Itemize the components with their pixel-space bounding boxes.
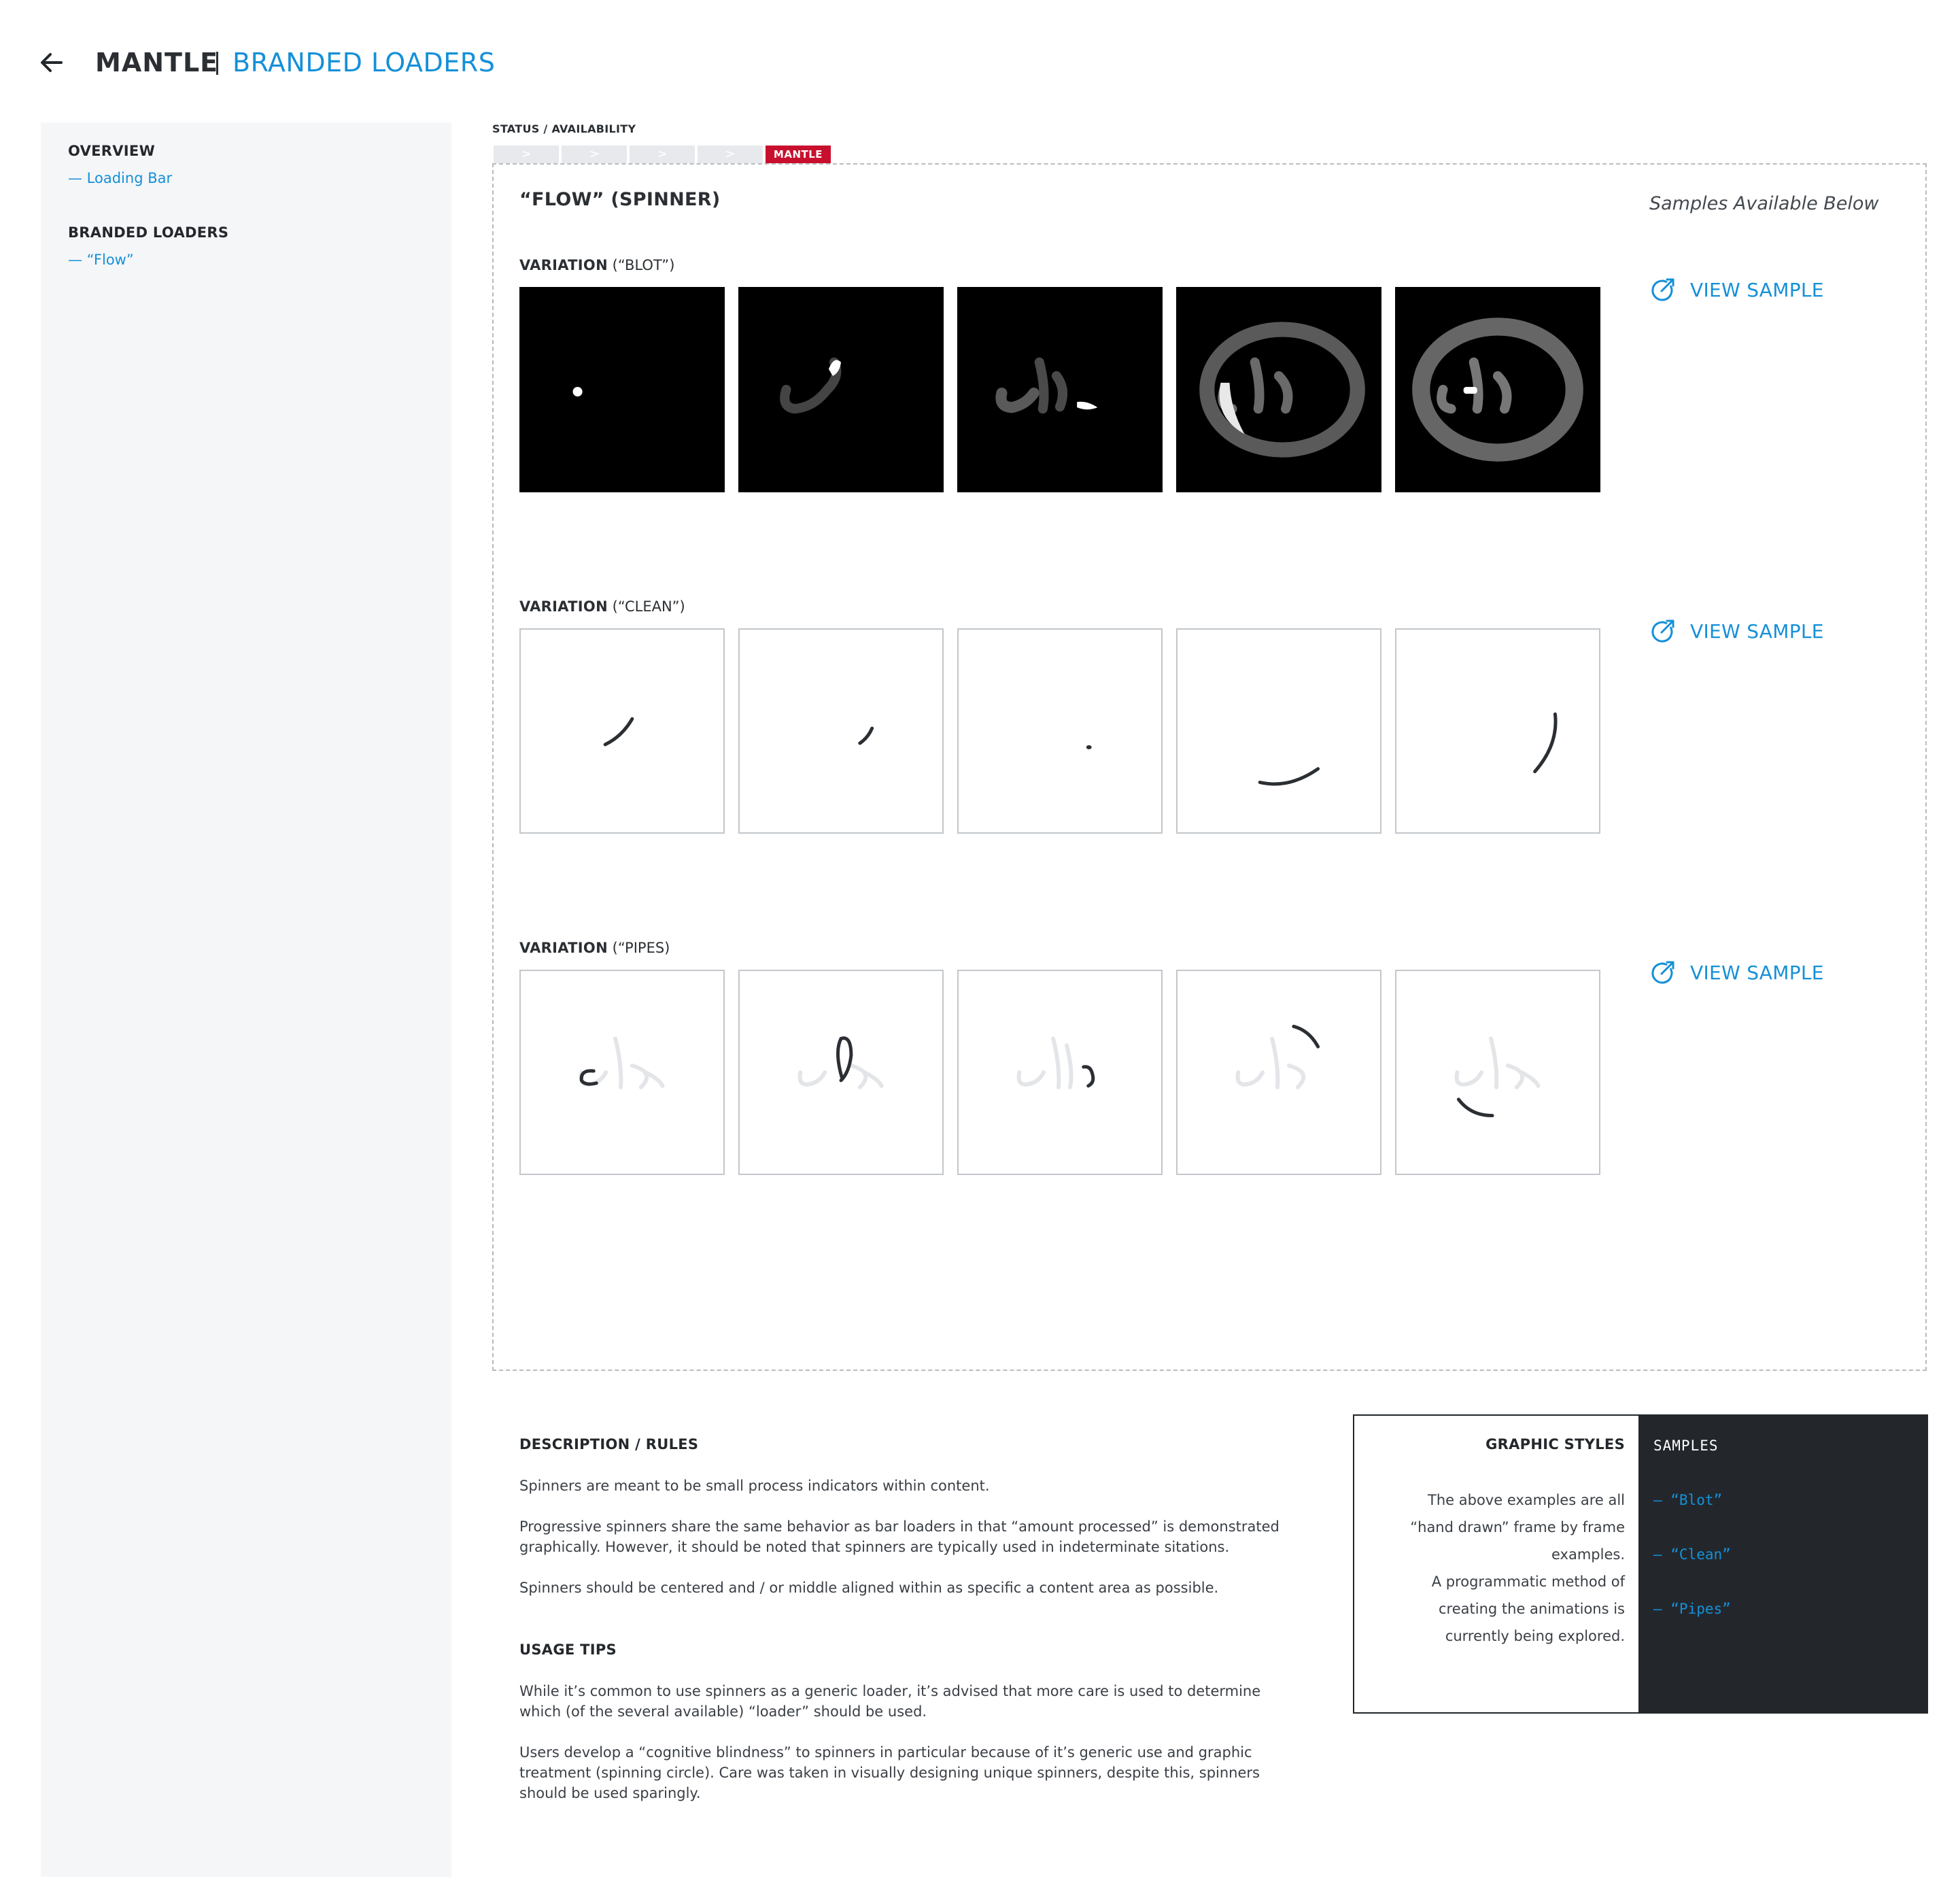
view-sample-pipes[interactable]: VIEW SAMPLE xyxy=(1649,959,1824,986)
sample-link-clean[interactable]: — “Clean” xyxy=(1653,1546,1731,1563)
status-segment: > xyxy=(494,146,559,163)
section-title: “FLOW” (SPINNER) xyxy=(519,189,721,210)
samples-note: Samples Available Below xyxy=(1649,193,1879,214)
sidebar-link-flow[interactable]: — “Flow” xyxy=(68,252,134,268)
view-sample-blot[interactable]: VIEW SAMPLE xyxy=(1649,276,1824,303)
variation-label-bold: VARIATION xyxy=(519,940,608,956)
variation-label-name: (“PIPES) xyxy=(607,940,670,956)
blot-frame-1 xyxy=(519,287,725,492)
graphic-styles-title: GRAPHIC STYLES xyxy=(1485,1436,1625,1452)
external-link-circle-icon xyxy=(1651,961,1674,984)
brand-name: MANTLE xyxy=(95,48,219,78)
status-segment: > xyxy=(698,146,763,163)
view-sample-label: VIEW SAMPLE xyxy=(1690,619,1824,643)
status-segment: > xyxy=(630,146,695,163)
pipes-frame-1 xyxy=(519,970,725,1175)
blot-frame-4 xyxy=(1176,287,1381,492)
view-sample-label: VIEW SAMPLE xyxy=(1690,278,1824,301)
view-sample-label: VIEW SAMPLE xyxy=(1690,961,1824,984)
spinner-panel: “FLOW” (SPINNER) Samples Available Below… xyxy=(492,163,1927,1371)
sidebar: OVERVIEW — Loading Bar BRANDED LOADERS —… xyxy=(41,122,451,1877)
page-title: BRANDED LOADERS xyxy=(233,48,496,78)
graphic-styles-text: A programmatic method of creating the an… xyxy=(1431,1574,1625,1644)
pipes-frame-4 xyxy=(1176,970,1381,1175)
samples-panel xyxy=(1638,1414,1928,1714)
blot-frame-3 xyxy=(957,287,1163,492)
sidebar-link-loading-bar[interactable]: — Loading Bar xyxy=(68,170,172,186)
graphic-styles-text: The above examples are all “hand drawn” … xyxy=(1410,1492,1625,1563)
variation-label-pipes: VARIATION (“PIPES) xyxy=(519,940,670,956)
description-paragraph: Spinners should be centered and / or mid… xyxy=(519,1580,1219,1596)
clean-frame-3 xyxy=(957,628,1163,834)
status-segment: > xyxy=(562,146,627,163)
usage-paragraph: Users develop a “cognitive blindness” to… xyxy=(519,1744,1260,1801)
sidebar-heading-branded-loaders: BRANDED LOADERS xyxy=(68,224,229,241)
variation-label-name: (“CLEAN”) xyxy=(607,598,685,615)
pipes-frame-5 xyxy=(1395,970,1600,1175)
status-label: STATUS / AVAILABILITY xyxy=(492,122,636,135)
description-paragraph: Progressive spinners share the same beha… xyxy=(519,1518,1279,1555)
variation-label-name: (“BLOT”) xyxy=(607,257,675,273)
clean-frame-5 xyxy=(1395,628,1600,834)
pipes-frame-3 xyxy=(957,970,1163,1175)
description-paragraph: Spinners are meant to be small process i… xyxy=(519,1478,990,1494)
blot-frame-5 xyxy=(1395,287,1600,492)
description-heading: DESCRIPTION / RULES xyxy=(519,1436,699,1452)
blot-frame-2 xyxy=(738,287,944,492)
samples-heading: SAMPLES xyxy=(1653,1438,1719,1454)
header-divider xyxy=(216,52,218,75)
clean-frame-4 xyxy=(1176,628,1381,834)
sample-link-pipes[interactable]: — “Pipes” xyxy=(1653,1601,1731,1617)
back-arrow-icon[interactable] xyxy=(38,49,65,76)
view-sample-clean[interactable]: VIEW SAMPLE xyxy=(1649,617,1824,645)
sidebar-heading-overview: OVERVIEW xyxy=(68,143,156,159)
variation-label-blot: VARIATION (“BLOT”) xyxy=(519,257,674,273)
usage-tips-heading: USAGE TIPS xyxy=(519,1642,617,1658)
clean-frame-1 xyxy=(519,628,725,834)
status-badge-mantle: MANTLE xyxy=(766,146,831,163)
pipes-frame-2 xyxy=(738,970,944,1175)
variation-label-clean: VARIATION (“CLEAN”) xyxy=(519,598,685,615)
variation-label-bold: VARIATION xyxy=(519,598,608,615)
sample-link-blot[interactable]: — “Blot” xyxy=(1653,1492,1722,1508)
variation-label-bold: VARIATION xyxy=(519,257,608,273)
external-link-circle-icon xyxy=(1651,619,1674,643)
clean-frame-2 xyxy=(738,628,944,834)
external-link-circle-icon xyxy=(1651,278,1674,301)
usage-paragraph: While it’s common to use spinners as a g… xyxy=(519,1683,1261,1720)
